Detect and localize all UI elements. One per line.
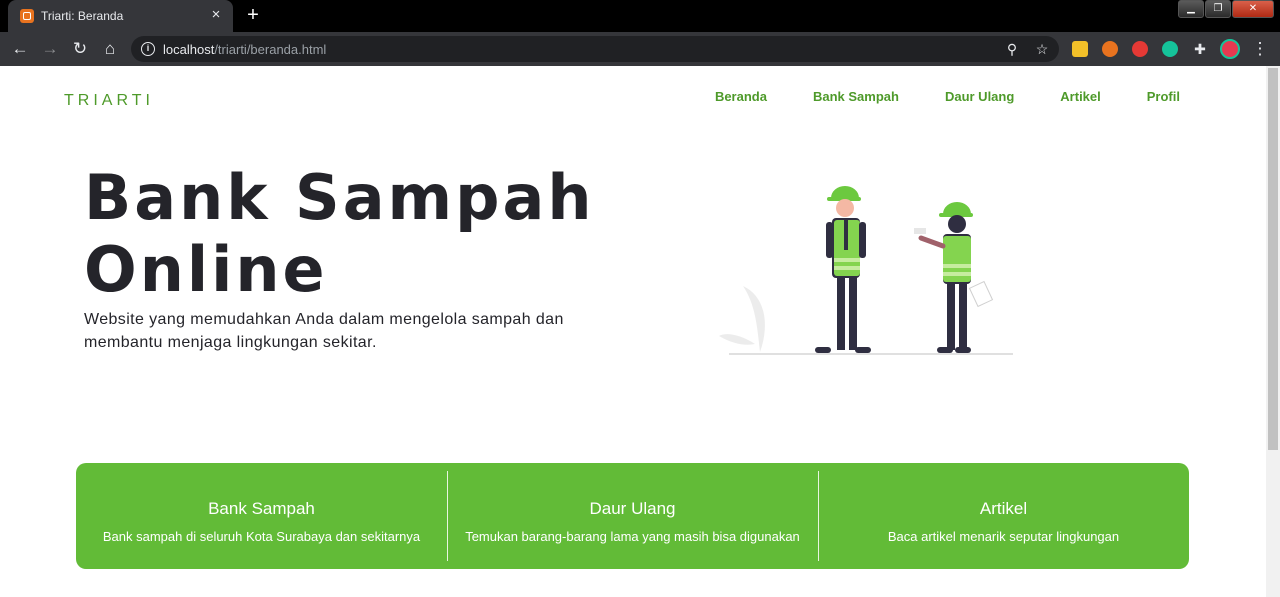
extension-b-icon[interactable] <box>1102 41 1118 57</box>
feature-title: Artikel <box>979 499 1028 518</box>
nav-beranda[interactable]: Beranda <box>715 89 767 104</box>
menu-icon[interactable]: ⋮ <box>1250 39 1270 59</box>
extension-red-icon[interactable] <box>1132 41 1148 57</box>
feature-bank-sampah[interactable]: Bank Sampah Bank sampah di seluruh Kota … <box>76 463 447 569</box>
favicon-icon <box>20 9 34 23</box>
zoom-icon[interactable]: ⚲ <box>1003 40 1021 58</box>
extensions-icon[interactable]: ✚ <box>1190 39 1210 59</box>
nav-daur-ulang[interactable]: Daur Ulang <box>945 89 1014 104</box>
tab-close-icon[interactable]: × <box>207 6 225 24</box>
home-icon[interactable]: ⌂ <box>100 39 120 59</box>
browser-tab[interactable]: Triarti: Beranda × <box>8 0 233 32</box>
new-tab-button[interactable]: + <box>243 5 263 25</box>
feature-description: Temukan barang-barang lama yang masih bi… <box>465 529 800 544</box>
main-nav: Beranda Bank Sampah Daur Ulang Artikel P… <box>669 89 1180 104</box>
nav-bank-sampah[interactable]: Bank Sampah <box>813 89 899 104</box>
workers-illustration <box>719 186 1013 355</box>
maximize-icon[interactable]: ❐ <box>1205 0 1231 18</box>
reload-icon[interactable]: ↻ <box>70 39 90 59</box>
feature-description: Bank sampah di seluruh Kota Surabaya dan… <box>102 529 421 544</box>
forward-icon[interactable]: → <box>40 39 60 59</box>
url-text[interactable]: localhost/triarti/beranda.html <box>163 42 326 57</box>
minimize-icon[interactable]: ▁ <box>1178 0 1204 18</box>
page-scrollbar[interactable] <box>1266 66 1280 597</box>
nav-artikel[interactable]: Artikel <box>1060 89 1100 104</box>
browser-tab-bar: Triarti: Beranda × + ▁ ❐ ✕ <box>0 0 1280 32</box>
window-close-icon[interactable]: ✕ <box>1232 0 1274 18</box>
window-controls: ▁ ❐ ✕ <box>1177 0 1274 20</box>
grammarly-icon[interactable] <box>1162 41 1178 57</box>
feature-title: Bank Sampah <box>208 499 315 518</box>
tab-title: Triarti: Beranda <box>41 9 124 23</box>
feature-description: Baca artikel menarik seputar lingkungan <box>887 529 1120 544</box>
features-panel: Bank Sampah Bank sampah di seluruh Kota … <box>76 463 1189 569</box>
browser-toolbar: ← → ↻ ⌂ i localhost/triarti/beranda.html… <box>0 32 1280 66</box>
address-bar[interactable]: i localhost/triarti/beranda.html ⚲ ☆ <box>131 36 1059 62</box>
nav-profil[interactable]: Profil <box>1147 89 1180 104</box>
star-icon[interactable]: ☆ <box>1033 40 1051 58</box>
back-icon[interactable]: ← <box>10 39 30 59</box>
hero-description: Website yang memudahkan Anda dalam menge… <box>84 311 564 351</box>
site-logo[interactable]: TRIARTI <box>64 92 154 110</box>
feature-artikel[interactable]: Artikel Baca artikel menarik seputar lin… <box>818 463 1189 569</box>
extension-folder-icon[interactable] <box>1072 41 1088 57</box>
page-content: TRIARTI Beranda Bank Sampah Daur Ulang A… <box>0 66 1266 597</box>
info-icon[interactable]: i <box>141 42 155 56</box>
hero-title: Bank Sampah Online <box>84 161 595 306</box>
profile-avatar[interactable] <box>1220 39 1240 59</box>
feature-title: Daur Ulang <box>589 499 676 518</box>
feature-daur-ulang[interactable]: Daur Ulang Temukan barang-barang lama ya… <box>447 463 818 569</box>
scrollbar-thumb[interactable] <box>1268 68 1278 450</box>
